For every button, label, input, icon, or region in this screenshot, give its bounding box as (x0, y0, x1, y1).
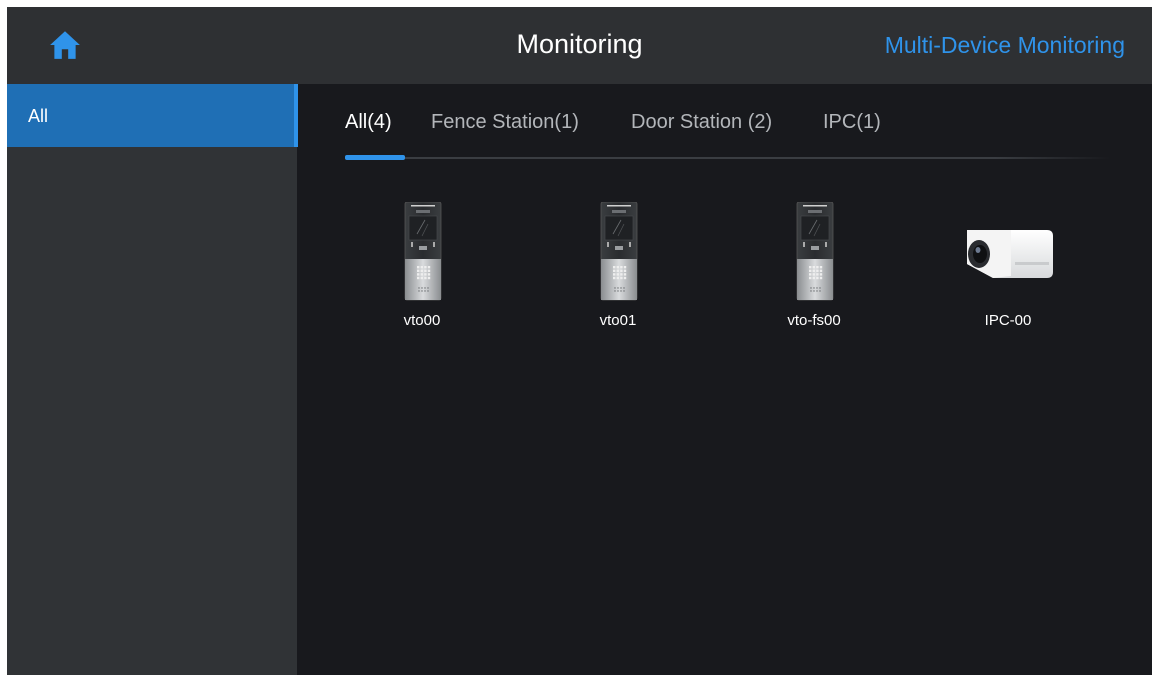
monitoring-screen: Monitoring Multi-Device Monitoring All A… (7, 7, 1152, 675)
multi-device-monitoring-button[interactable]: Multi-Device Monitoring (885, 32, 1125, 59)
device-name: vto00 (403, 312, 441, 329)
sidebar-item-all[interactable]: All (7, 84, 298, 147)
tab-ipc[interactable]: IPC(1) (823, 111, 881, 134)
device-name: vto-fs00 (787, 312, 841, 329)
sidebar: All (7, 84, 298, 675)
device-name: IPC-00 (984, 312, 1032, 329)
device-name: vto01 (599, 312, 637, 329)
device-tile[interactable]: vto-fs00 (759, 202, 869, 342)
home-button[interactable] (45, 27, 85, 63)
sidebar-item-label: All (28, 106, 49, 126)
door-station-icon (367, 202, 477, 302)
tab-door-station[interactable]: Door Station (2) (631, 111, 772, 134)
tab-all[interactable]: All(4) (345, 111, 392, 134)
active-tab-indicator (345, 155, 405, 160)
device-tile[interactable]: IPC-00 (953, 202, 1063, 342)
home-icon (48, 28, 82, 62)
door-station-icon (563, 202, 673, 302)
device-tile[interactable]: vto01 (563, 202, 673, 342)
device-tile[interactable]: vto00 (367, 202, 477, 342)
tab-divider (345, 157, 1110, 159)
tab-fence-station[interactable]: Fence Station(1) (431, 111, 579, 134)
door-station-icon (759, 202, 869, 302)
top-bar: Monitoring Multi-Device Monitoring (7, 7, 1152, 84)
bullet-camera-icon (953, 202, 1063, 302)
device-panel: All(4) Fence Station(1) Door Station (2)… (297, 84, 1152, 675)
